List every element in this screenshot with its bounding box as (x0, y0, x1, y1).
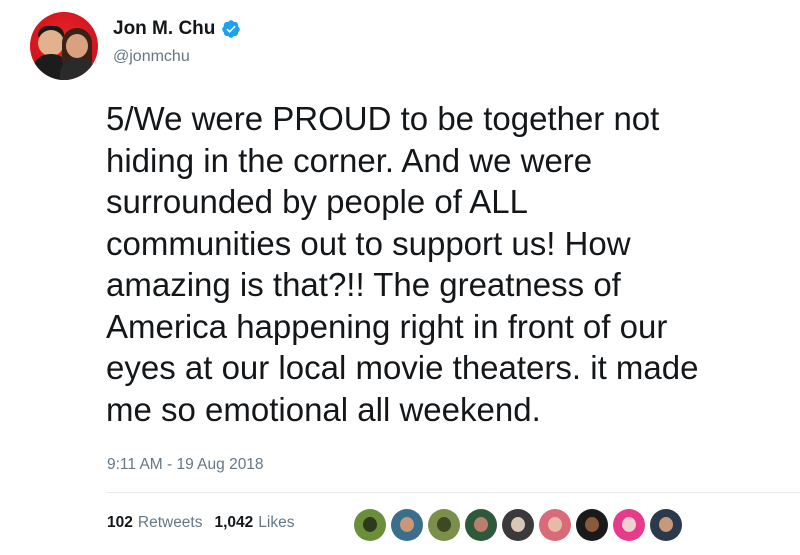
retweets-stat[interactable]: 102 Retweets (107, 514, 203, 532)
liker-avatar-6[interactable] (539, 509, 571, 541)
liker-face (474, 517, 488, 532)
user-handle[interactable]: @jonmchu (113, 48, 190, 66)
likers-avatars (354, 509, 687, 541)
liker-avatar-2[interactable] (391, 509, 423, 541)
liker-avatar-7[interactable] (576, 509, 608, 541)
liker-face (400, 517, 414, 532)
tweet-text: 5/We were PROUD to be together not hidin… (106, 100, 699, 428)
liker-avatar-3[interactable] (428, 509, 460, 541)
retweets-label: Retweets (137, 514, 203, 531)
verified-badge-icon (222, 20, 241, 38)
likes-label: Likes (258, 514, 295, 531)
liker-face (437, 517, 451, 532)
user-avatar[interactable] (30, 12, 98, 80)
likes-count: 1,042 (214, 514, 254, 531)
liker-face (548, 517, 562, 532)
retweets-count: 102 (107, 514, 133, 531)
tweet-timestamp[interactable]: 9:11 AM - 19 Aug 2018 (107, 456, 264, 474)
liker-avatar-9[interactable] (650, 509, 682, 541)
liker-avatar-4[interactable] (465, 509, 497, 541)
liker-avatar-5[interactable] (502, 509, 534, 541)
display-name[interactable]: Jon M. Chu (113, 18, 215, 40)
liker-face (511, 517, 525, 532)
liker-avatar-1[interactable] (354, 509, 386, 541)
likes-stat[interactable]: 1,042 Likes (215, 514, 295, 532)
tweet-stats: 102 Retweets 1,042 Likes (107, 514, 294, 532)
avatar-person-body (60, 58, 96, 80)
avatar-person-face (66, 34, 88, 58)
liker-face (659, 517, 673, 532)
liker-face (363, 517, 377, 532)
liker-face (622, 517, 636, 532)
liker-face (585, 517, 599, 532)
name-row: Jon M. Chu (113, 14, 241, 44)
tweet-card: Jon M. Chu @jonmchu 5/We were PROUD to b… (0, 0, 800, 555)
avatar-person-face (38, 30, 64, 56)
liker-avatar-8[interactable] (613, 509, 645, 541)
divider (106, 492, 800, 493)
